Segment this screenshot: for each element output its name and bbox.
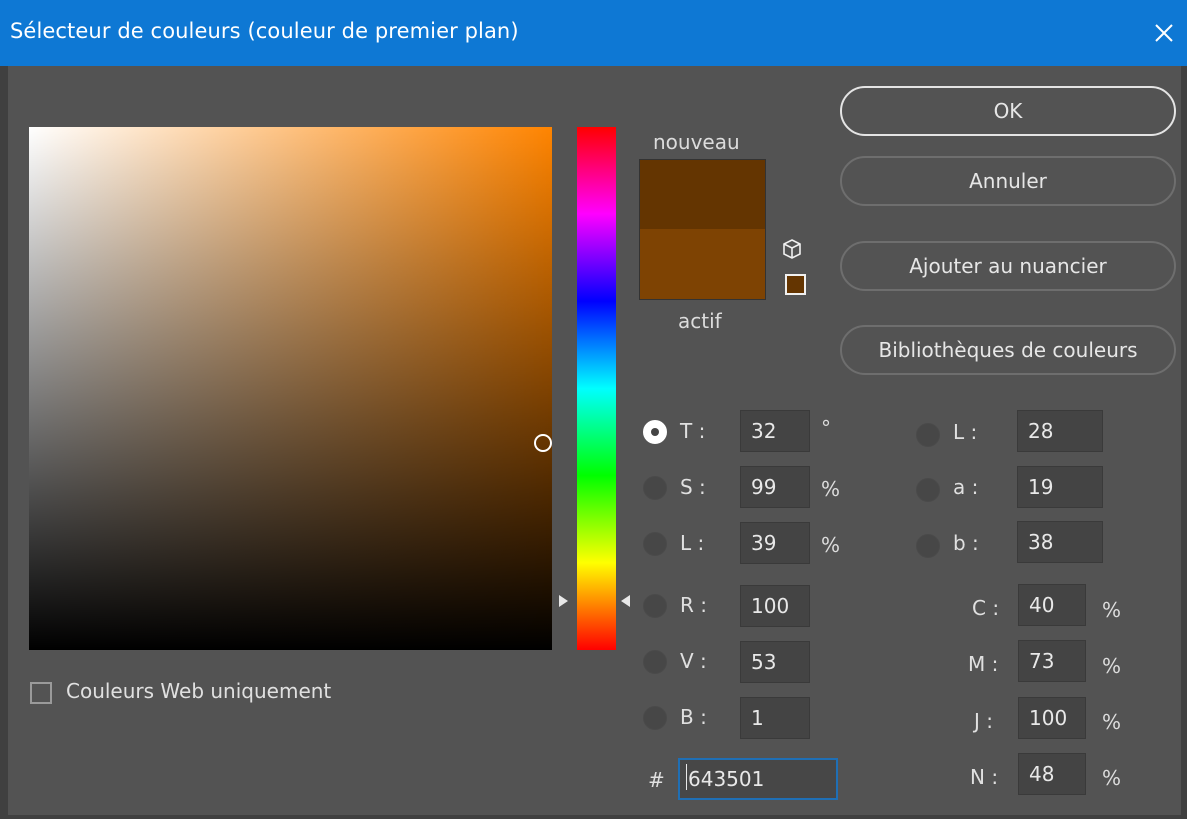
brightness-radio[interactable] — [643, 532, 667, 556]
blue-radio[interactable] — [643, 706, 667, 730]
cmyk-c-input[interactable]: 40 — [1018, 584, 1086, 626]
saturation-radio[interactable] — [643, 476, 667, 500]
close-button[interactable] — [1141, 0, 1187, 66]
hue-radio[interactable] — [643, 420, 667, 444]
cmyk-c-label: C : — [972, 596, 1000, 620]
hue-slider-handle-left[interactable] — [559, 595, 568, 607]
cmyk-n-label: N : — [970, 765, 999, 789]
hex-input[interactable]: 643501 — [678, 758, 838, 800]
lab-b-label: b : — [953, 531, 979, 555]
saturation-label: S : — [680, 475, 706, 499]
cmyk-j-unit: % — [1102, 710, 1122, 734]
window-title: Sélecteur de couleurs (couleur de premie… — [10, 19, 519, 43]
text-caret — [686, 764, 687, 790]
hue-unit: ° — [821, 416, 831, 440]
blue-input[interactable]: 1 — [740, 697, 810, 739]
cmyk-m-input[interactable]: 73 — [1018, 640, 1086, 682]
lab-l-input[interactable]: 28 — [1017, 410, 1103, 452]
lab-a-label: a : — [953, 475, 979, 499]
lab-l-label: L : — [953, 420, 978, 444]
brightness-unit: % — [821, 533, 841, 557]
saturation-unit: % — [821, 477, 841, 501]
title-bar: Sélecteur de couleurs (couleur de premie… — [0, 0, 1187, 66]
ok-button[interactable]: OK — [840, 86, 1176, 136]
red-label: R : — [680, 593, 707, 617]
color-field-cursor[interactable] — [534, 434, 552, 452]
brightness-label: L : — [680, 531, 705, 555]
web-colors-only-label[interactable]: Couleurs Web uniquement — [66, 679, 331, 703]
blue-label: B : — [680, 705, 707, 729]
close-icon — [1155, 24, 1173, 42]
cmyk-j-input[interactable]: 100 — [1018, 697, 1086, 739]
hue-slider[interactable] — [577, 127, 616, 650]
hex-prefix: # — [648, 768, 665, 792]
cmyk-c-unit: % — [1102, 598, 1122, 622]
web-safe-swatch[interactable] — [785, 274, 806, 295]
lab-a-input[interactable]: 19 — [1017, 466, 1103, 508]
hue-input[interactable]: 32 — [740, 410, 810, 452]
lab-b-radio[interactable] — [916, 534, 940, 558]
hue-slider-handle-right[interactable] — [621, 595, 630, 607]
new-color-swatch — [640, 160, 765, 229]
red-input[interactable]: 100 — [740, 585, 810, 627]
cmyk-n-unit: % — [1102, 766, 1122, 790]
cancel-button[interactable]: Annuler — [840, 156, 1176, 206]
current-color-label: actif — [678, 309, 722, 333]
cmyk-m-label: M : — [968, 652, 999, 676]
green-radio[interactable] — [643, 650, 667, 674]
brightness-input[interactable]: 39 — [740, 522, 810, 564]
red-radio[interactable] — [643, 594, 667, 618]
green-input[interactable]: 53 — [740, 641, 810, 683]
lab-l-radio[interactable] — [916, 423, 940, 447]
web-colors-only-checkbox[interactable] — [30, 682, 52, 704]
cmyk-m-unit: % — [1102, 654, 1122, 678]
add-to-swatches-button[interactable]: Ajouter au nuancier — [840, 241, 1176, 291]
saturation-brightness-field[interactable] — [29, 127, 552, 650]
cmyk-n-input[interactable]: 48 — [1018, 753, 1086, 795]
lab-a-radio[interactable] — [916, 478, 940, 502]
green-label: V : — [680, 649, 707, 673]
hue-label: T : — [680, 419, 706, 443]
lab-b-input[interactable]: 38 — [1017, 521, 1103, 563]
cmyk-j-label: J : — [974, 709, 993, 733]
current-color-swatch[interactable] — [640, 229, 765, 299]
color-libraries-button[interactable]: Bibliothèques de couleurs — [840, 325, 1176, 375]
new-color-label: nouveau — [653, 130, 740, 154]
out-of-gamut-cube-icon[interactable] — [783, 239, 801, 259]
saturation-input[interactable]: 99 — [740, 466, 810, 508]
